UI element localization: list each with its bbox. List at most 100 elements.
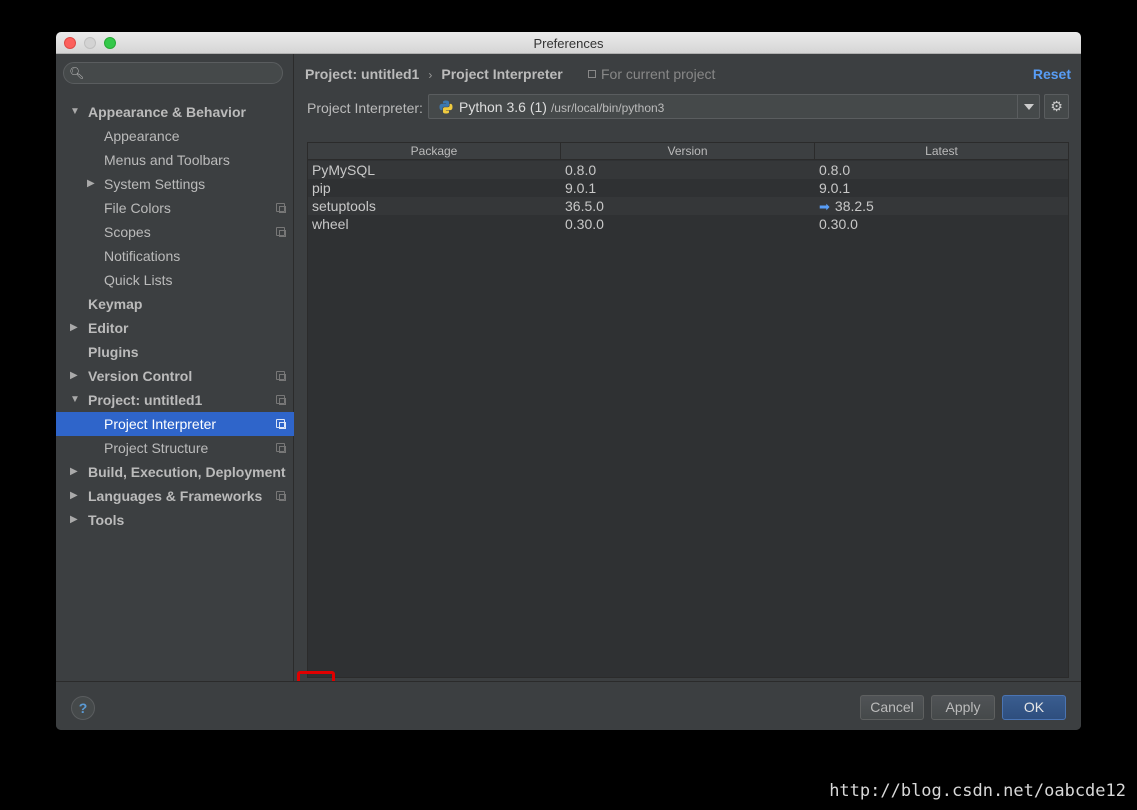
breadcrumb-page: Project Interpreter xyxy=(441,66,563,82)
gear-icon: ⚙ xyxy=(1050,98,1063,114)
scope-label: For current project xyxy=(601,66,716,82)
collapsed-arrow-icon[interactable]: ▶ xyxy=(70,460,80,484)
collapsed-arrow-icon[interactable]: ▶ xyxy=(87,172,97,196)
breadcrumb-project: Project: untitled1 xyxy=(305,66,420,82)
cell-package-text: PyMySQL xyxy=(312,162,376,178)
cell-package: PyMySQL xyxy=(312,161,375,179)
column-header-package[interactable]: Package xyxy=(308,143,561,160)
sidebar-item-label: Plugins xyxy=(88,344,139,360)
cell-latest: 9.0.1 xyxy=(819,179,850,197)
sidebar-item-label: Tools xyxy=(88,512,125,528)
search-icon: 🔍︎ xyxy=(69,66,85,80)
cell-latest-text: 0.8.0 xyxy=(819,162,851,178)
chevron-down-icon[interactable] xyxy=(1017,95,1039,118)
cancel-button[interactable]: Cancel xyxy=(860,695,924,720)
cell-latest: 0.30.0 xyxy=(819,215,858,233)
sidebar-item-label: Editor xyxy=(88,320,129,336)
cell-package-text: setuptools xyxy=(312,198,376,214)
expanded-arrow-icon[interactable]: ▼ xyxy=(70,100,80,124)
dialog-footer: ? Cancel Apply OK xyxy=(56,681,1081,730)
sidebar-item-label: Keymap xyxy=(88,296,143,312)
title-bar: Preferences xyxy=(56,32,1081,54)
table-row[interactable]: wheel 0.30.0 0.30.0 xyxy=(308,215,1068,233)
collapsed-arrow-icon[interactable]: ▶ xyxy=(70,484,80,508)
help-icon: ? xyxy=(78,700,88,716)
expanded-arrow-icon[interactable]: ▼ xyxy=(70,388,80,412)
cell-latest-text: 0.30.0 xyxy=(819,216,858,232)
interpreter-select[interactable]: Python 3.6 (1)/usr/local/bin/python3 xyxy=(428,94,1040,119)
collapsed-arrow-icon[interactable]: ▶ xyxy=(70,364,80,388)
project-scope-icon xyxy=(276,203,286,213)
apply-button[interactable]: Apply xyxy=(931,695,995,720)
cell-latest-text: 38.2.5 xyxy=(834,198,874,214)
interpreter-settings-button[interactable]: ⚙ xyxy=(1044,94,1069,119)
cell-latest: 0.8.0 xyxy=(819,161,850,179)
collapsed-arrow-icon[interactable]: ▶ xyxy=(70,508,80,532)
search-input[interactable] xyxy=(88,65,278,81)
sidebar-item-label: File Colors xyxy=(104,200,171,216)
sidebar-item[interactable]: ▶ Build, Execution, Deployment xyxy=(56,460,294,484)
project-scope-icon xyxy=(276,371,286,381)
breadcrumb-chevron-icon: › xyxy=(428,68,433,82)
table-header: Package Version Latest xyxy=(308,143,1068,160)
sidebar-item-label: Project Interpreter xyxy=(104,416,217,432)
project-scope-icon xyxy=(276,491,286,501)
sidebar-item[interactable]: Plugins xyxy=(56,340,294,364)
table-row[interactable]: setuptools 36.5.0 ➡ 38.2.5 xyxy=(308,197,1068,215)
preferences-window: Preferences 🔍︎ ▼ Appearance & Behavior App… xyxy=(56,32,1081,730)
sidebar-item[interactable]: ▶ Tools xyxy=(56,508,294,532)
help-button[interactable]: ? xyxy=(71,696,95,720)
sidebar-item-label: Menus and Toolbars xyxy=(104,152,230,168)
sidebar-item[interactable]: Scopes xyxy=(56,220,294,244)
cell-latest-text: 9.0.1 xyxy=(819,180,851,196)
breadcrumb: Project: untitled1 › Project Interpreter xyxy=(305,66,563,82)
sidebar-item[interactable]: Notifications xyxy=(56,244,294,268)
project-scope-icon xyxy=(588,70,596,78)
watermark: http://blog.csdn.net/oabcde12 xyxy=(829,781,1126,801)
reset-link[interactable]: Reset xyxy=(1033,66,1071,82)
sidebar-item[interactable]: ▶ Editor xyxy=(56,316,294,340)
sidebar-item[interactable]: ▼ Project: untitled1 xyxy=(56,388,294,412)
settings-sidebar: 🔍︎ ▼ Appearance & Behavior Appearance Menus… xyxy=(56,54,294,681)
settings-content: Project: untitled1 › Project Interpreter F… xyxy=(295,54,1081,701)
sidebar-item-label: Project Structure xyxy=(104,440,209,456)
column-header-latest[interactable]: Latest xyxy=(815,143,1068,160)
project-scope-icon xyxy=(276,227,286,237)
sidebar-item[interactable]: Project Interpreter xyxy=(56,412,294,436)
sidebar-item-label: Scopes xyxy=(104,224,151,240)
cell-package-text: wheel xyxy=(312,216,349,232)
sidebar-item[interactable]: Menus and Toolbars xyxy=(56,148,294,172)
sidebar-item[interactable]: ▶ Version Control xyxy=(56,364,294,388)
sidebar-item-label: System Settings xyxy=(104,176,206,192)
cell-version: 0.30.0 xyxy=(565,215,604,233)
sidebar-item[interactable]: ▼ Appearance & Behavior xyxy=(56,100,294,124)
cell-version-text: 0.8.0 xyxy=(565,162,597,178)
interpreter-path: /usr/local/bin/python3 xyxy=(550,101,665,115)
sidebar-item-label: Build, Execution, Deployment xyxy=(88,464,286,480)
project-scope-icon xyxy=(276,419,286,429)
settings-search[interactable]: 🔍︎ xyxy=(63,62,283,84)
collapsed-arrow-icon[interactable]: ▶ xyxy=(70,316,80,340)
sidebar-item[interactable]: ▶ Languages & Frameworks xyxy=(56,484,294,508)
table-row[interactable]: pip 9.0.1 9.0.1 xyxy=(308,179,1068,197)
table-row[interactable]: PyMySQL 0.8.0 0.8.0 xyxy=(308,161,1068,179)
table-body: PyMySQL 0.8.0 0.8.0 pip 9.0.1 9.0.1 setuptools… xyxy=(308,161,1068,233)
python-icon xyxy=(439,100,453,114)
cell-version-text: 0.30.0 xyxy=(565,216,604,232)
interpreter-name: Python 3.6 (1) xyxy=(459,99,547,115)
sidebar-item-label: Quick Lists xyxy=(104,272,173,288)
upgrade-available-icon: ➡ xyxy=(819,199,830,214)
sidebar-item[interactable]: File Colors xyxy=(56,196,294,220)
sidebar-item[interactable]: Project Structure xyxy=(56,436,294,460)
column-header-version[interactable]: Version xyxy=(561,143,815,160)
scope-note: For current project xyxy=(588,66,715,82)
ok-button[interactable]: OK xyxy=(1002,695,1066,720)
sidebar-item[interactable]: Appearance xyxy=(56,124,294,148)
cell-package: setuptools xyxy=(312,197,376,215)
sidebar-item[interactable]: ▶ System Settings xyxy=(56,172,294,196)
project-scope-icon xyxy=(276,443,286,453)
sidebar-item[interactable]: Quick Lists xyxy=(56,268,294,292)
cell-version: 36.5.0 xyxy=(565,197,604,215)
sidebar-item-label: Notifications xyxy=(104,248,181,264)
sidebar-item[interactable]: Keymap xyxy=(56,292,294,316)
